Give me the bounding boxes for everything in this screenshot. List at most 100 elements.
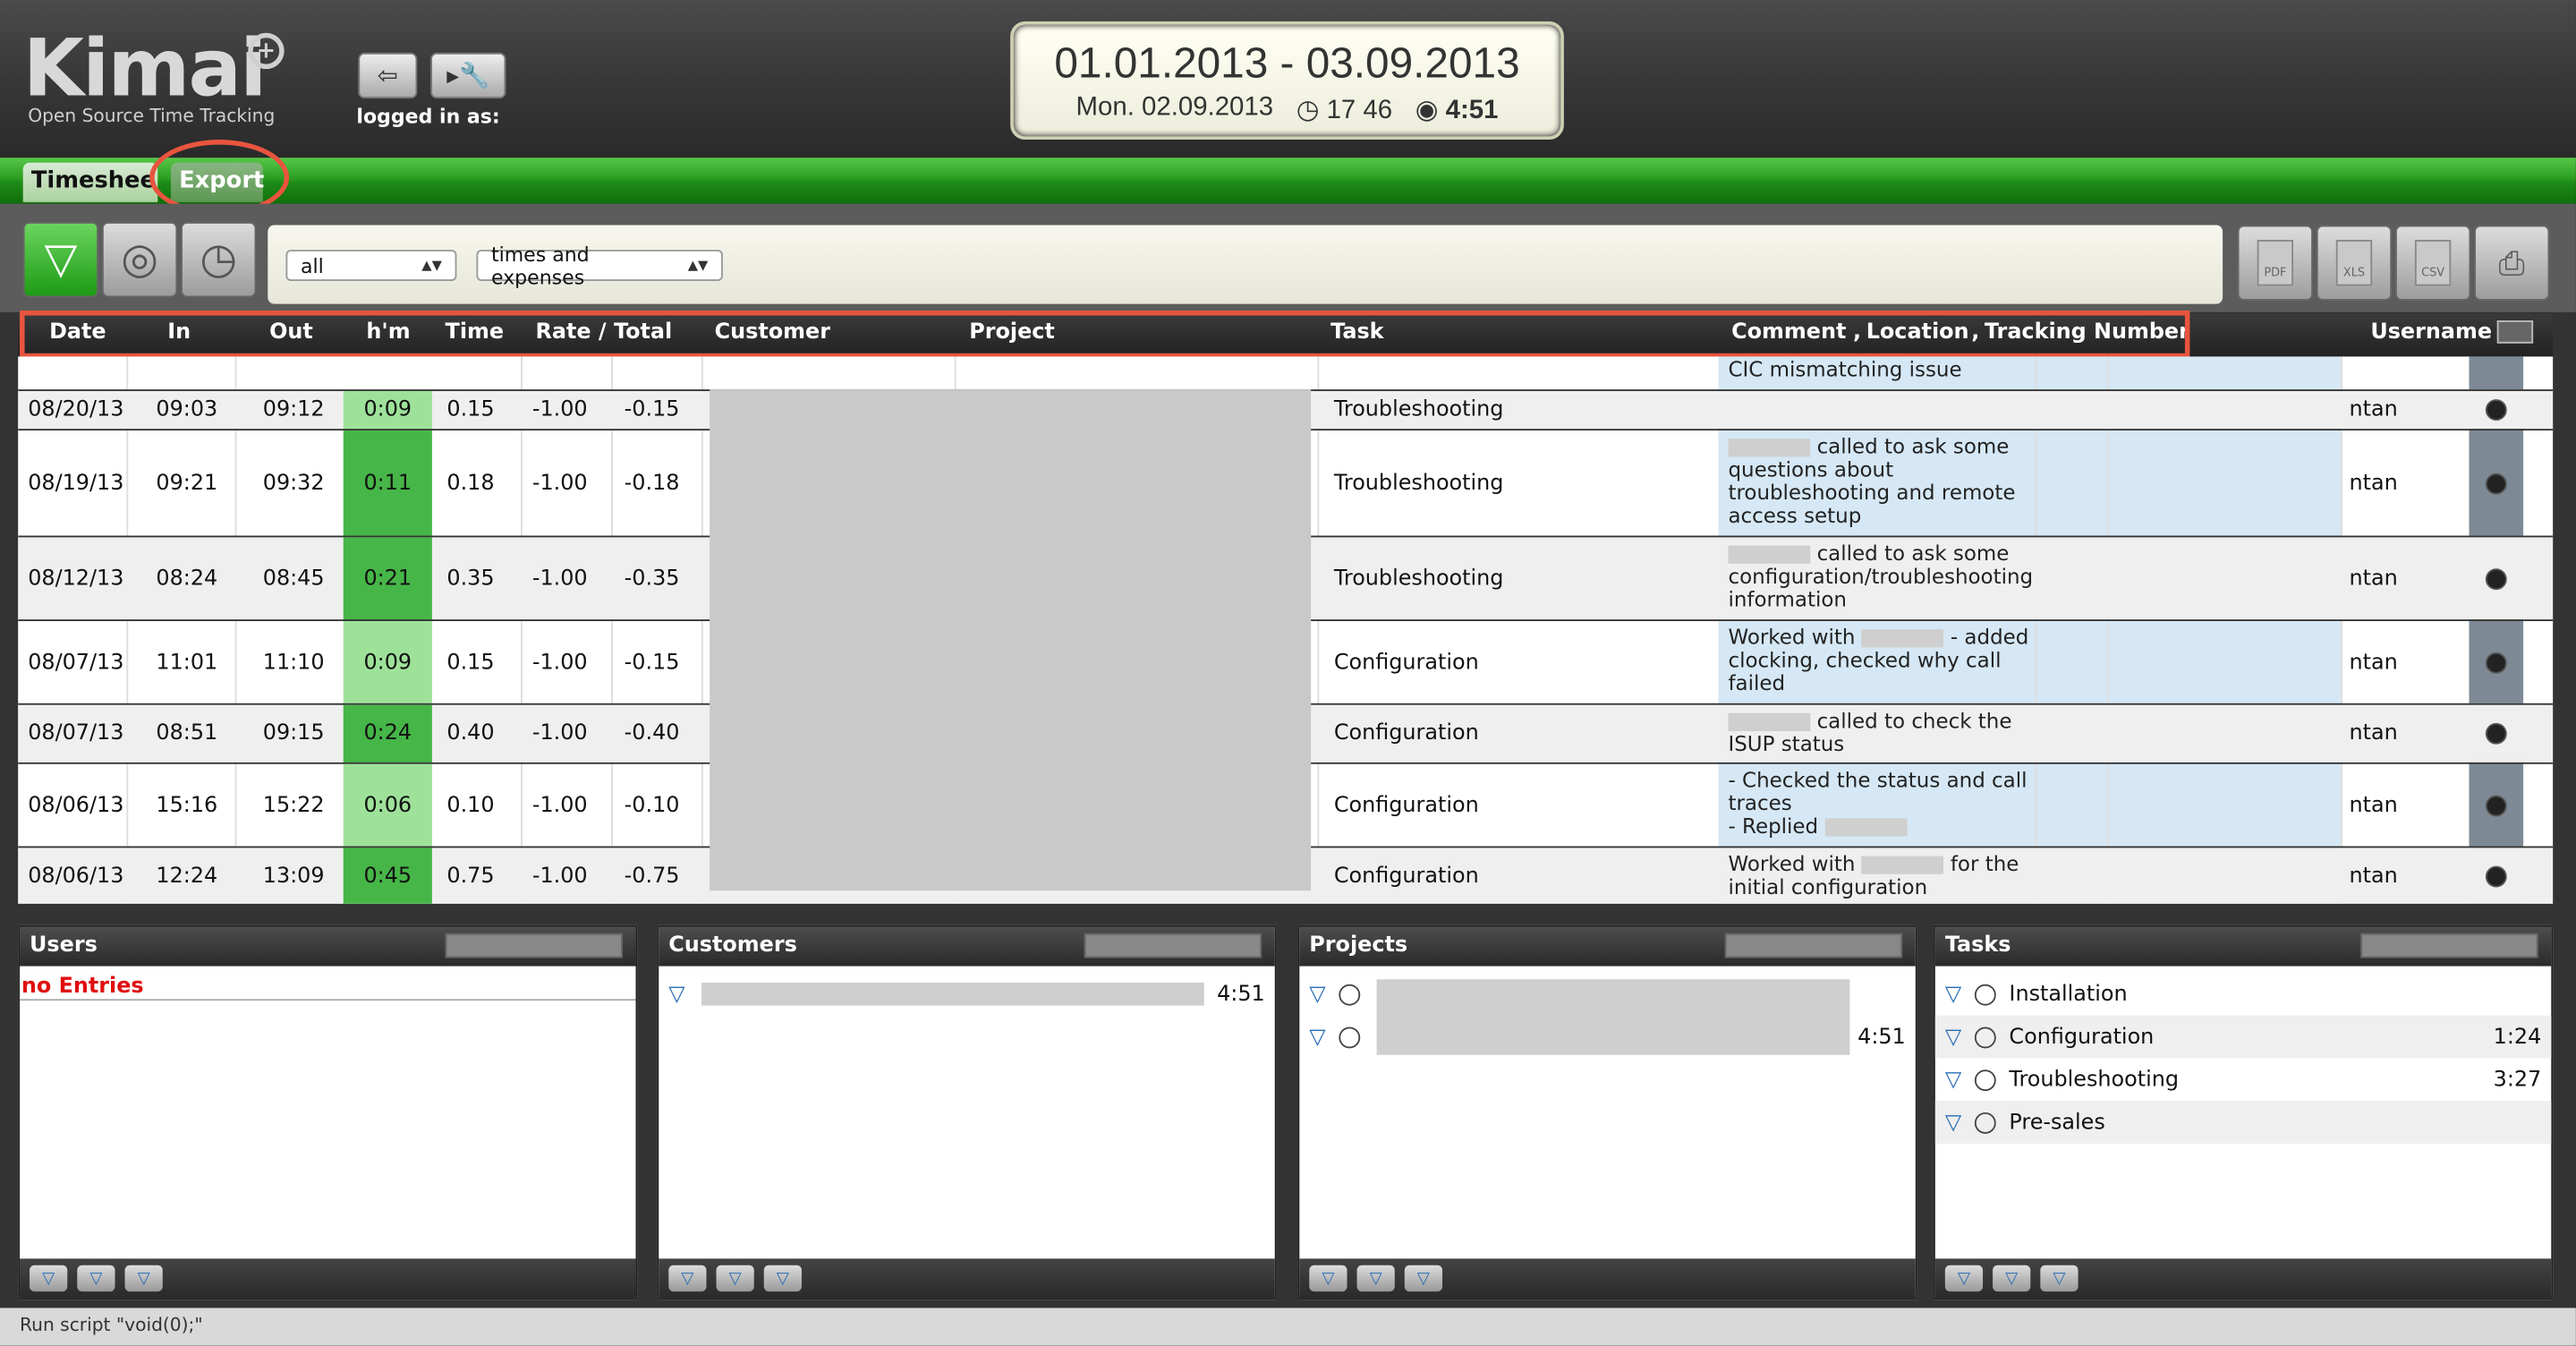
row-out: 11:10 bbox=[262, 650, 325, 675]
select-circle-icon[interactable] bbox=[1974, 1026, 1996, 1048]
list-item[interactable]: ▽ Troubleshooting 3:27 bbox=[1935, 1058, 2552, 1101]
row-total: -0.18 bbox=[624, 471, 680, 496]
list-item[interactable]: ▽ 4:51 bbox=[659, 973, 1275, 1016]
row-comment: called to ask some questions about troub… bbox=[1728, 435, 2044, 528]
logout-button[interactable]: ⇦ bbox=[358, 52, 418, 99]
row-in: 08:51 bbox=[156, 721, 218, 746]
filter-icon: ▽ bbox=[681, 1269, 694, 1288]
row-rate: -1.00 bbox=[531, 792, 588, 818]
row-time: 0.40 bbox=[446, 721, 495, 746]
printer-icon: ⎙ bbox=[2498, 243, 2525, 283]
row-total: -0.10 bbox=[624, 792, 680, 818]
row-action-icon[interactable] bbox=[2485, 651, 2507, 673]
time-button[interactable]: ◷ bbox=[180, 221, 257, 298]
filter-invert-button[interactable]: ▽ bbox=[2040, 1265, 2079, 1292]
filter-invert-button[interactable]: ▽ bbox=[124, 1265, 163, 1292]
filter-icon[interactable]: ▽ bbox=[1309, 1025, 1332, 1050]
panel-search-input[interactable] bbox=[445, 933, 623, 958]
filter-button[interactable]: ▽ bbox=[22, 221, 99, 298]
table-row[interactable]: CIC mismatching issue bbox=[18, 356, 2553, 386]
select-circle-icon[interactable] bbox=[1974, 1069, 1996, 1091]
list-item[interactable]: ▽ Configuration 1:24 bbox=[1934, 1015, 2552, 1059]
no-entries-label: no Entries bbox=[21, 974, 144, 1000]
export-xls-button[interactable]: XLS bbox=[2316, 225, 2393, 301]
filter-all-button[interactable]: ▽ bbox=[30, 1265, 68, 1292]
row-rate: -1.00 bbox=[531, 471, 588, 496]
date-range[interactable]: 01.01.2013 - 03.09.2013 bbox=[1014, 38, 1560, 89]
row-out: 09:12 bbox=[262, 397, 325, 422]
clock-line: Mon. 02.09.2013 ◷ 17 46 ◉ 4:51 bbox=[1014, 94, 1560, 127]
filter-all-button[interactable]: ▽ bbox=[668, 1265, 707, 1292]
export-pdf-button[interactable]: PDF bbox=[2237, 225, 2314, 301]
filter-none-button[interactable]: ▽ bbox=[77, 1265, 115, 1292]
filter-icon[interactable]: ▽ bbox=[1945, 982, 1968, 1007]
print-button[interactable]: ⎙ bbox=[2474, 225, 2550, 301]
redacted-text bbox=[1728, 712, 1811, 732]
row-action-icon[interactable] bbox=[2485, 472, 2507, 494]
column-toggle-icon[interactable] bbox=[2496, 320, 2534, 344]
select-circle-icon[interactable] bbox=[1339, 1026, 1361, 1048]
panel-search-input[interactable] bbox=[1724, 933, 1903, 958]
type-select[interactable]: times and expenses ▲▼ bbox=[476, 243, 723, 288]
row-time: 0.15 bbox=[446, 397, 495, 422]
filter-all-button[interactable]: ▽ bbox=[1309, 1265, 1348, 1292]
row-comment: Worked with for the initial configuratio… bbox=[1728, 852, 2044, 899]
row-action-icon[interactable] bbox=[2485, 722, 2507, 745]
filter-all-button[interactable]: ▽ bbox=[1944, 1265, 1984, 1292]
row-user: ntan bbox=[2349, 397, 2398, 422]
date-range-widget[interactable]: 01.01.2013 - 03.09.2013 Mon. 02.09.2013 … bbox=[1010, 21, 1564, 141]
row-action-icon[interactable] bbox=[2485, 567, 2507, 590]
filter-icon[interactable]: ▽ bbox=[1945, 1025, 1968, 1050]
clock-group: ◷ 17 46 bbox=[1297, 94, 1392, 127]
total-group: ◉ 4:51 bbox=[1416, 94, 1499, 127]
preferences-button[interactable]: ▸🔧 bbox=[430, 52, 506, 99]
list-item[interactable]: ▽ Pre-sales bbox=[1934, 1101, 2552, 1144]
row-hm: 0:24 bbox=[343, 704, 432, 764]
projects-panel: Projects ▽ ▽ ▽ ▽ ▽ 4:51 bbox=[1297, 924, 1917, 1300]
select-circle-icon[interactable] bbox=[1339, 983, 1361, 1005]
filter-invert-button[interactable]: ▽ bbox=[1404, 1265, 1443, 1292]
columns-highlight bbox=[20, 311, 2190, 359]
redacted-text bbox=[1376, 979, 1850, 1055]
select-circle-icon[interactable] bbox=[1974, 983, 1996, 1005]
row-task: Configuration bbox=[1333, 863, 1479, 889]
filter-icon[interactable]: ▽ bbox=[1945, 1067, 1968, 1092]
project-total: 4:51 bbox=[1858, 1024, 1906, 1050]
filter-select[interactable]: all ▲▼ bbox=[285, 250, 457, 281]
row-comment: Worked with - added clocking, checked wh… bbox=[1728, 626, 2044, 695]
task-name: Pre-sales bbox=[2009, 1110, 2105, 1135]
select-circle-icon[interactable] bbox=[1974, 1112, 1996, 1133]
col-username[interactable]: Username bbox=[2370, 320, 2492, 345]
logo: Kimai bbox=[22, 22, 268, 115]
row-hm: 0:09 bbox=[343, 621, 432, 705]
filter-icon[interactable]: ▽ bbox=[1309, 982, 1332, 1007]
filter-none-button[interactable]: ▽ bbox=[716, 1265, 754, 1292]
filter-invert-button[interactable]: ▽ bbox=[763, 1265, 802, 1292]
export-csv-button[interactable]: CSV bbox=[2394, 225, 2471, 301]
panel-search-input[interactable] bbox=[2360, 933, 2538, 958]
logo-badge-icon: + bbox=[248, 32, 285, 70]
list-item[interactable]: ▽ Installation bbox=[1935, 973, 2552, 1016]
row-action-icon[interactable] bbox=[2485, 865, 2507, 887]
location-button[interactable]: ◎ bbox=[101, 221, 178, 298]
panel-header: Users bbox=[20, 926, 636, 967]
filter-icon: ▽ bbox=[1957, 1269, 1970, 1288]
filter-icon: ▽ bbox=[44, 234, 78, 285]
filter-none-button[interactable]: ▽ bbox=[1356, 1265, 1395, 1292]
filter-icon[interactable]: ▽ bbox=[668, 982, 692, 1007]
tab-timesheet[interactable]: Timeshee bbox=[22, 162, 158, 202]
row-date: 08/06/13 bbox=[28, 792, 124, 818]
filter-icon[interactable]: ▽ bbox=[1945, 1110, 1968, 1135]
row-task: Configuration bbox=[1333, 650, 1479, 675]
panel-search-input[interactable] bbox=[1084, 933, 1262, 958]
row-comment: called to check the ISUP status bbox=[1728, 709, 2044, 755]
filter-icon: ▽ bbox=[137, 1269, 150, 1288]
row-out: 09:32 bbox=[262, 471, 325, 496]
filter-none-button[interactable]: ▽ bbox=[1993, 1265, 2031, 1292]
clock-icon: ◷ bbox=[200, 234, 238, 285]
row-action-icon[interactable] bbox=[2485, 399, 2507, 422]
filter-icon: ▽ bbox=[728, 1269, 742, 1288]
panel-header: Customers bbox=[659, 926, 1275, 967]
row-time: 0.18 bbox=[446, 471, 495, 496]
row-action-icon[interactable] bbox=[2485, 794, 2507, 816]
